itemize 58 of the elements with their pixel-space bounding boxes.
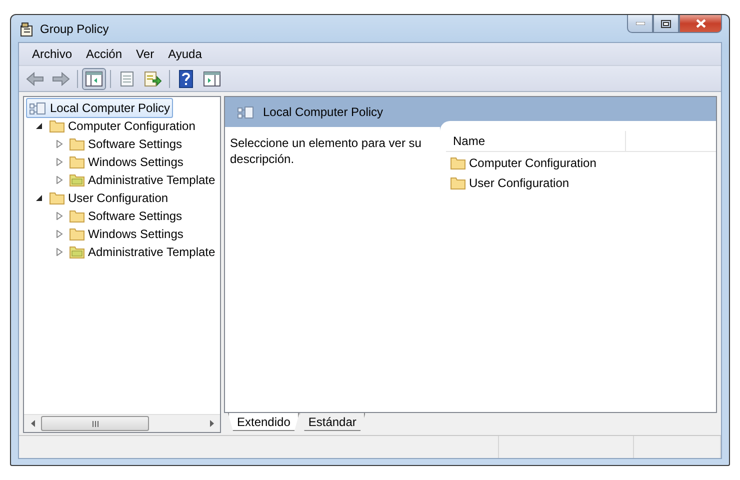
- minimize-button[interactable]: [627, 15, 653, 33]
- close-button[interactable]: [679, 15, 722, 33]
- menu-item[interactable]: Archivo: [25, 45, 80, 63]
- menu-item[interactable]: Ayuda: [161, 45, 209, 63]
- tree-item[interactable]: Software Settings: [66, 135, 186, 153]
- minimize-icon: [636, 22, 644, 25]
- tree-item[interactable]: Windows Settings: [66, 153, 186, 171]
- folder-icon: [450, 156, 466, 170]
- maximize-button[interactable]: [653, 15, 679, 33]
- expanded-arrow-icon[interactable]: [36, 194, 42, 202]
- collapsed-arrow-icon[interactable]: [56, 230, 62, 238]
- collapsed-arrow-icon[interactable]: [56, 176, 62, 184]
- export-list-icon: [144, 70, 162, 86]
- tree-item[interactable]: Administrative Template: [66, 171, 218, 189]
- folder-icon: [69, 245, 85, 259]
- tree-item[interactable]: Local Computer Policy: [26, 98, 174, 118]
- computer-policy-icon: [237, 104, 255, 120]
- collapsed-arrow-icon[interactable]: [56, 212, 62, 220]
- folder-icon: [69, 155, 85, 169]
- toolbar-button[interactable]: [82, 68, 106, 90]
- collapsed-arrow-icon[interactable]: [56, 140, 62, 148]
- folder-icon: [49, 191, 65, 205]
- collapsed-arrow-icon[interactable]: [56, 158, 62, 166]
- scrollbar-thumb[interactable]: [41, 416, 149, 431]
- grip-icon: [92, 420, 98, 426]
- forward-arrow-icon: [52, 72, 70, 86]
- folder-icon: [450, 176, 466, 190]
- menu-item[interactable]: Acción: [79, 45, 130, 63]
- list-item[interactable]: Computer Configuration: [440, 153, 716, 172]
- tree-item[interactable]: Windows Settings: [66, 225, 186, 243]
- folder-icon: [69, 227, 85, 241]
- folder-icon: [69, 173, 85, 187]
- window-title: Group Policy: [40, 22, 110, 36]
- view-tab[interactable]: Estándar: [299, 413, 366, 431]
- left-arrow-icon: [30, 420, 34, 427]
- menu-item[interactable]: Ver: [129, 45, 162, 63]
- column-header[interactable]: Name: [446, 131, 626, 151]
- pane-icon: [85, 70, 103, 86]
- list-item[interactable]: User Configuration: [440, 173, 716, 192]
- folder-icon: [69, 137, 85, 151]
- back-arrow-icon: [26, 72, 44, 86]
- document-icon: [119, 70, 135, 86]
- tree-item[interactable]: Software Settings: [66, 207, 186, 225]
- close-icon: [696, 19, 706, 28]
- computer-policy-icon: [29, 100, 47, 116]
- folder-icon: [69, 209, 85, 223]
- tree-item[interactable]: Computer Configuration: [46, 117, 198, 135]
- tree-item[interactable]: Administrative Template: [66, 243, 218, 261]
- detail-title: Local Computer Policy: [263, 105, 384, 119]
- pane-icon: [203, 70, 221, 86]
- tree-item[interactable]: User Configuration: [46, 189, 172, 207]
- help-icon: [179, 70, 193, 88]
- maximize-icon: [661, 20, 671, 28]
- collapsed-arrow-icon[interactable]: [56, 248, 62, 256]
- right-arrow-icon: [210, 420, 214, 427]
- expanded-arrow-icon[interactable]: [36, 122, 42, 130]
- policy-app-icon: [18, 20, 34, 36]
- view-tab[interactable]: Extendido: [228, 413, 300, 431]
